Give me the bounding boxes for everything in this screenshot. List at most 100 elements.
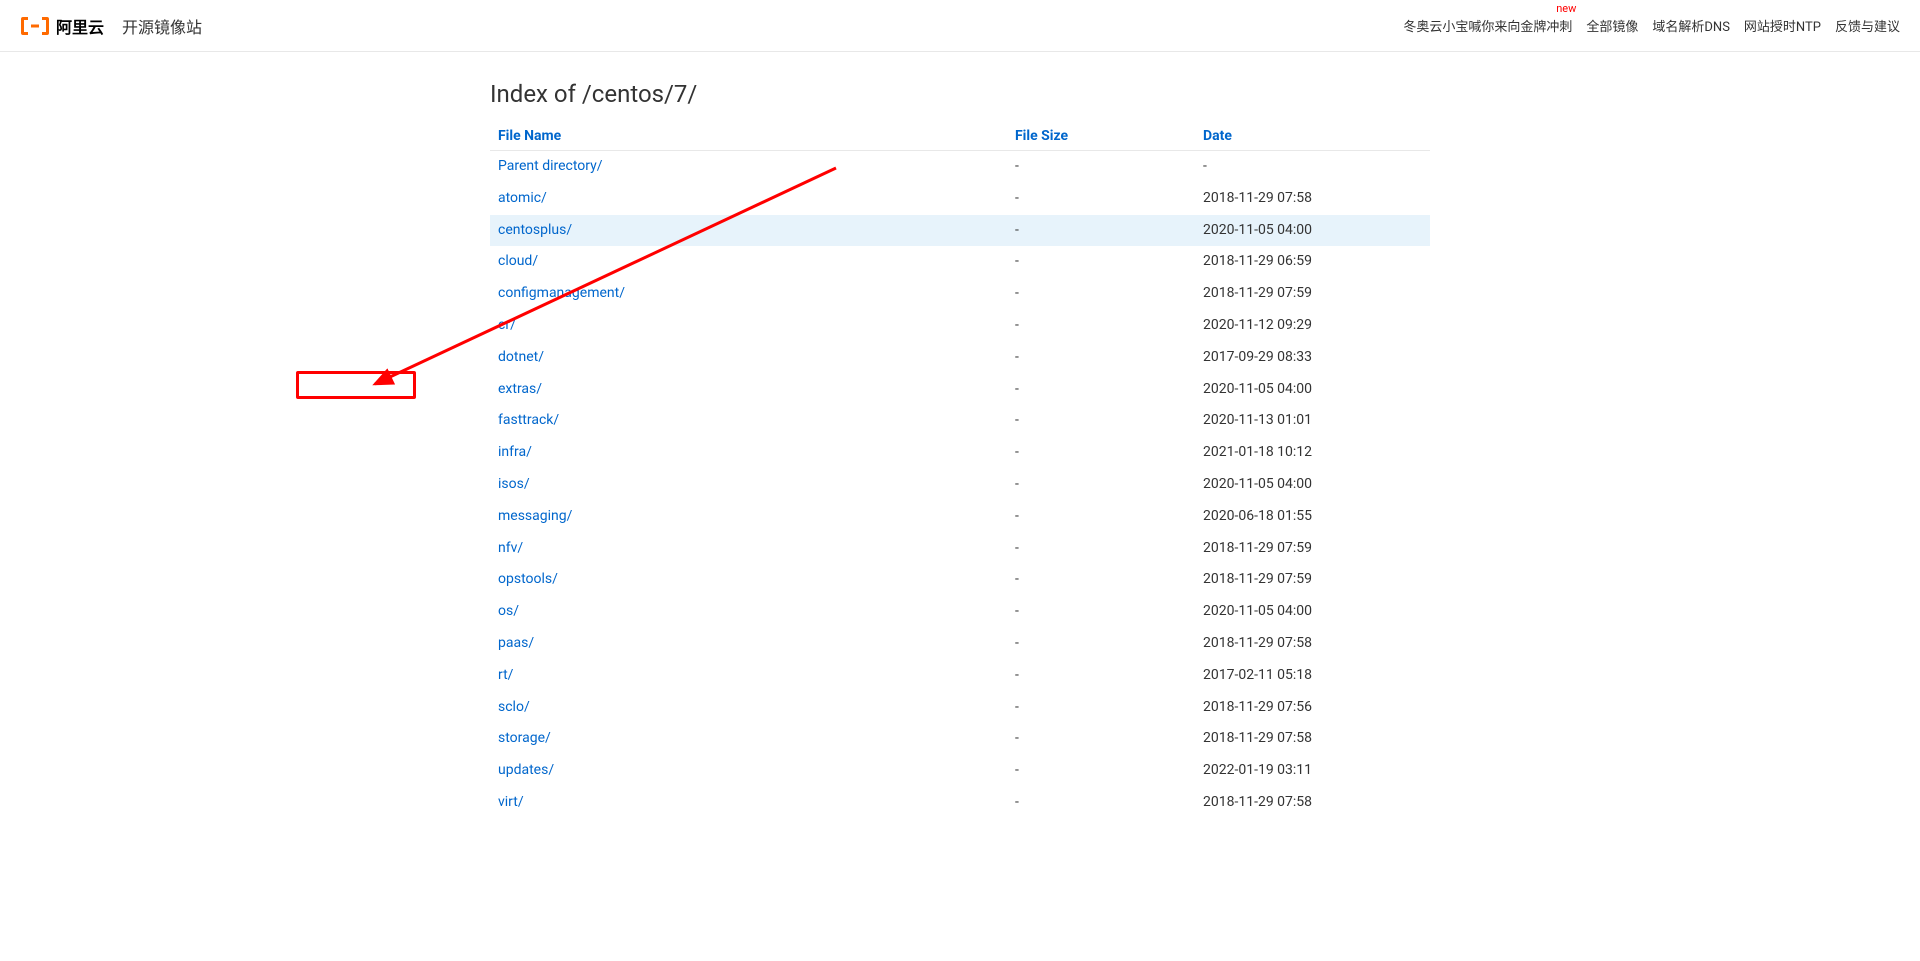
- nav-item-1[interactable]: 全部镜像: [1586, 16, 1638, 35]
- file-date: 2020-11-05 04:00: [1195, 374, 1430, 406]
- table-row: nfv/-2018-11-29 07:59: [490, 533, 1430, 565]
- logo[interactable]: 阿里云: [20, 14, 104, 38]
- file-link[interactable]: virt/: [498, 794, 524, 810]
- col-header-size[interactable]: File Size: [1015, 128, 1068, 144]
- file-link[interactable]: opstools/: [498, 571, 558, 587]
- file-size: -: [1007, 755, 1195, 787]
- file-date: 2018-11-29 07:58: [1195, 628, 1430, 660]
- file-link[interactable]: os/: [498, 603, 519, 619]
- table-row: cr/-2020-11-12 09:29: [490, 310, 1430, 342]
- table-row: sclo/ -2018-11-29 07:56: [490, 692, 1430, 724]
- table-row: isos/ -2020-11-05 04:00: [490, 469, 1430, 501]
- file-date: 2018-11-29 07:59: [1195, 564, 1430, 596]
- file-date: 2017-02-11 05:18: [1195, 660, 1430, 692]
- table-row: cloud/ -2018-11-29 06:59: [490, 246, 1430, 278]
- table-row: os/ -2020-11-05 04:00: [490, 596, 1430, 628]
- file-date: 2018-11-29 06:59: [1195, 246, 1430, 278]
- file-listing-table: File Name File Size Date Parent director…: [490, 122, 1430, 819]
- file-date: 2020-11-13 01:01: [1195, 405, 1430, 437]
- file-link[interactable]: messaging/: [498, 508, 572, 524]
- file-size: -: [1007, 692, 1195, 724]
- table-row: virt/ -2018-11-29 07:58: [490, 787, 1430, 819]
- file-size: -: [1007, 183, 1195, 215]
- file-date: 2017-09-29 08:33: [1195, 342, 1430, 374]
- content: Index of /centos/7/ File Name File Size …: [480, 52, 1440, 859]
- file-size: -: [1007, 787, 1195, 819]
- file-size: -: [1007, 437, 1195, 469]
- nav-item-4[interactable]: 反馈与建议: [1835, 16, 1900, 35]
- table-row: configmanagement/ -2018-11-29 07:59: [490, 278, 1430, 310]
- nav-item-2[interactable]: 域名解析DNS: [1652, 16, 1730, 35]
- file-size: -: [1007, 469, 1195, 501]
- file-link[interactable]: infra/: [498, 444, 532, 460]
- file-date: 2018-11-29 07:58: [1195, 723, 1430, 755]
- file-size: -: [1007, 405, 1195, 437]
- nav-new-badge: new: [1556, 2, 1576, 15]
- file-link[interactable]: extras/: [498, 381, 542, 397]
- file-date: 2022-01-19 03:11: [1195, 755, 1430, 787]
- file-link[interactable]: cr/: [498, 317, 516, 333]
- col-header-date[interactable]: Date: [1203, 128, 1232, 144]
- file-date: 2018-11-29 07:58: [1195, 183, 1430, 215]
- file-size: -: [1007, 660, 1195, 692]
- file-date: 2018-11-29 07:59: [1195, 278, 1430, 310]
- table-row: extras/ -2020-11-05 04:00: [490, 374, 1430, 406]
- table-row: dotnet/ -2017-09-29 08:33: [490, 342, 1430, 374]
- file-date: 2020-11-12 09:29: [1195, 310, 1430, 342]
- logo-text: 阿里云: [56, 14, 104, 38]
- col-header-name[interactable]: File Name: [498, 128, 561, 144]
- file-date: 2020-11-05 04:00: [1195, 596, 1430, 628]
- file-size: -: [1007, 215, 1195, 247]
- file-date: 2020-11-05 04:00: [1195, 215, 1430, 247]
- file-link[interactable]: Parent directory/: [498, 158, 603, 174]
- file-size: -: [1007, 596, 1195, 628]
- file-date: -: [1195, 151, 1430, 183]
- table-row: storage/ -2018-11-29 07:58: [490, 723, 1430, 755]
- file-link[interactable]: rt/: [498, 667, 513, 683]
- file-link[interactable]: nfv/: [498, 540, 523, 556]
- file-size: -: [1007, 246, 1195, 278]
- table-row: messaging/ -2020-06-18 01:55: [490, 501, 1430, 533]
- file-date: 2020-06-18 01:55: [1195, 501, 1430, 533]
- file-link[interactable]: atomic/: [498, 190, 547, 206]
- file-link[interactable]: sclo/: [498, 699, 530, 715]
- table-row: paas/ -2018-11-29 07:58: [490, 628, 1430, 660]
- file-date: 2018-11-29 07:56: [1195, 692, 1430, 724]
- file-size: -: [1007, 723, 1195, 755]
- file-link[interactable]: updates/: [498, 762, 554, 778]
- file-link[interactable]: isos/: [498, 476, 530, 492]
- file-date: 2018-11-29 07:59: [1195, 533, 1430, 565]
- file-link[interactable]: cloud/: [498, 253, 538, 269]
- file-link[interactable]: paas/: [498, 635, 534, 651]
- file-link[interactable]: centosplus/: [498, 222, 572, 238]
- file-size: -: [1007, 278, 1195, 310]
- table-row: rt/ -2017-02-11 05:18: [490, 660, 1430, 692]
- aliyun-bracket-icon: [20, 15, 50, 37]
- site-title[interactable]: 开源镜像站: [122, 14, 202, 38]
- file-link[interactable]: storage/: [498, 730, 551, 746]
- header: 阿里云 开源镜像站 冬奥云小宝喊你来向金牌冲刺new 全部镜像域名解析DNS 网站授…: [0, 0, 1920, 52]
- file-link[interactable]: fasttrack/: [498, 412, 559, 428]
- table-row: Parent directory/ --: [490, 151, 1430, 183]
- annotation-highlight-box: [296, 371, 416, 399]
- file-size: -: [1007, 374, 1195, 406]
- file-size: -: [1007, 342, 1195, 374]
- nav-item-3[interactable]: 网站授时NTP: [1744, 16, 1821, 35]
- table-row: updates/ -2022-01-19 03:11: [490, 755, 1430, 787]
- file-date: 2021-01-18 10:12: [1195, 437, 1430, 469]
- file-date: 2020-11-05 04:00: [1195, 469, 1430, 501]
- page-title: Index of /centos/7/: [490, 80, 1430, 108]
- file-date: 2018-11-29 07:58: [1195, 787, 1430, 819]
- file-link[interactable]: configmanagement/: [498, 285, 625, 301]
- file-size: -: [1007, 628, 1195, 660]
- header-nav: 冬奥云小宝喊你来向金牌冲刺new 全部镜像域名解析DNS 网站授时NTP 反馈与建议: [1403, 16, 1900, 35]
- file-link[interactable]: dotnet/: [498, 349, 544, 365]
- file-size: -: [1007, 151, 1195, 183]
- nav-item-0[interactable]: 冬奥云小宝喊你来向金牌冲刺new: [1403, 16, 1572, 35]
- table-row: fasttrack/ -2020-11-13 01:01: [490, 405, 1430, 437]
- table-row: atomic/ -2018-11-29 07:58: [490, 183, 1430, 215]
- file-size: -: [1007, 501, 1195, 533]
- table-row: infra/ -2021-01-18 10:12: [490, 437, 1430, 469]
- header-left: 阿里云 开源镜像站: [20, 14, 202, 38]
- file-size: -: [1007, 564, 1195, 596]
